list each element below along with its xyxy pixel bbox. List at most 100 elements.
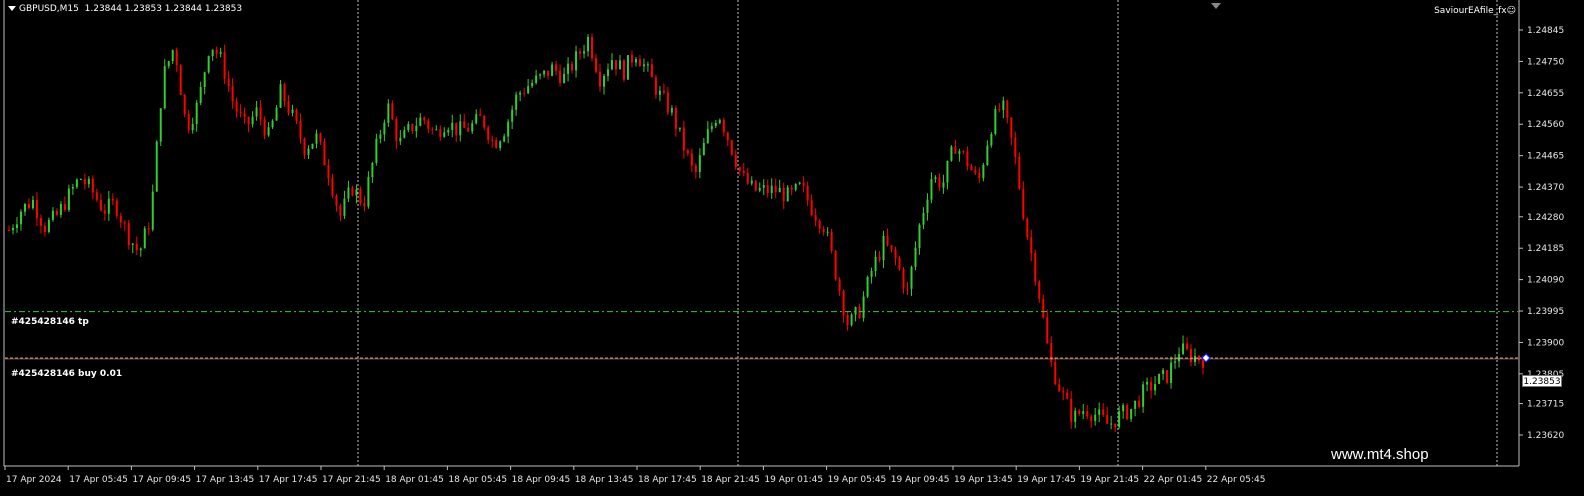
candle-body: [199, 86, 202, 103]
candle-body: [946, 160, 949, 183]
candle-body: [1138, 400, 1141, 407]
candle-body: [91, 178, 94, 193]
candle-body: [718, 119, 721, 123]
candle-body: [734, 154, 737, 168]
candle-body: [571, 63, 574, 71]
time-tick-label: 18 Apr 17:45: [638, 475, 697, 485]
chart-shift-marker-icon[interactable]: [1211, 3, 1221, 9]
price-chart[interactable]: 1.24845 1.24750 1.24655 1.24560 1.24465 1.243…: [0, 0, 1584, 496]
candle-body: [1118, 411, 1121, 428]
candle-body: [1046, 317, 1049, 344]
candle-body: [367, 177, 370, 207]
candle-body: [1158, 373, 1161, 384]
candle-body: [838, 279, 841, 292]
candle-body: [1122, 405, 1125, 412]
candle-body: [914, 247, 917, 267]
time-tick-label: 19 Apr 17:45: [1017, 475, 1076, 485]
candle-body: [1030, 237, 1033, 254]
time-tick-label: 19 Apr 13:45: [954, 475, 1013, 485]
candle-body: [862, 296, 865, 319]
price-tick-label: 1.24560: [1527, 120, 1564, 130]
candle-body: [471, 123, 474, 132]
candle-body: [782, 187, 785, 202]
candle-body: [467, 127, 470, 132]
candle-body: [926, 199, 929, 213]
candle-body: [139, 248, 142, 251]
candle-body: [159, 108, 162, 142]
time-tick-label: 19 Apr 09:45: [891, 475, 950, 485]
candle-body: [67, 188, 70, 210]
candle-body: [255, 107, 258, 117]
candle-body: [1094, 414, 1097, 421]
candle-body: [279, 84, 282, 108]
candle-body: [515, 94, 518, 110]
expert-advisor-label[interactable]: SaviourEAfile_fx☺: [1434, 6, 1516, 16]
candle-body: [435, 129, 438, 131]
candle-body: [938, 177, 941, 188]
smiley-icon: ☺: [1506, 6, 1516, 16]
time-tick-label: 19 Apr 05:45: [828, 475, 887, 485]
candle-body: [127, 222, 130, 245]
candle-body: [83, 179, 86, 185]
candle-body: [543, 70, 546, 75]
price-tick-label: 1.24090: [1527, 276, 1564, 286]
candle-body: [311, 143, 314, 149]
candle-body: [1110, 423, 1113, 425]
candle-body: [23, 203, 26, 212]
tp-order-label: #425428146 tp: [11, 317, 89, 327]
candle-body: [491, 139, 494, 141]
candle-body: [143, 228, 146, 249]
candle-body: [962, 151, 965, 153]
candle-body: [483, 115, 486, 128]
candle-body: [882, 236, 885, 261]
candle-body: [275, 107, 278, 121]
candle-body: [79, 179, 82, 181]
chart-header: GBPUSD,M15 1.23844 1.23853 1.23844 1.238…: [8, 4, 242, 14]
candle-body: [215, 49, 218, 54]
candle-body: [918, 224, 921, 248]
candle-body: [115, 200, 118, 216]
candle-body: [167, 61, 170, 67]
candle-body: [830, 231, 833, 251]
chart-menu-triangle-icon[interactable]: [8, 6, 16, 11]
candle-body: [387, 103, 390, 123]
candle-body: [1006, 100, 1009, 118]
candle-body: [343, 198, 346, 216]
candle-body: [171, 50, 174, 62]
candle-body: [670, 108, 673, 113]
candle-body: [818, 220, 821, 229]
price-tick-label: 1.24655: [1527, 89, 1564, 99]
candle-body: [654, 77, 657, 95]
candle-body: [798, 182, 801, 184]
candle-body: [1154, 383, 1157, 391]
time-tick-label: 19 Apr 21:45: [1080, 475, 1139, 485]
candle-body: [315, 133, 318, 144]
candle-body: [443, 132, 446, 137]
candle-body: [970, 166, 973, 171]
candle-body: [427, 120, 430, 129]
candle-body: [7, 230, 10, 232]
candle-body: [603, 75, 606, 87]
candle-body: [595, 58, 598, 72]
candle-body: [455, 122, 458, 136]
candle-body: [634, 59, 637, 63]
candle-body: [43, 225, 46, 232]
candle-body: [738, 167, 741, 171]
candle-body: [287, 101, 290, 114]
candle-body: [243, 112, 246, 117]
candle-body: [722, 119, 725, 133]
candle-body: [479, 114, 482, 116]
candle-body: [487, 127, 490, 140]
candle-body: [806, 185, 809, 201]
candle-body: [11, 227, 14, 231]
candle-body: [982, 164, 985, 179]
candle-body: [331, 178, 334, 196]
time-tick-label: 19 Apr 01:45: [764, 475, 823, 485]
candle-body: [475, 114, 478, 124]
candle-body: [39, 218, 42, 226]
candle-body: [131, 243, 134, 245]
candle-body: [591, 37, 594, 59]
price-tick-label: 1.24845: [1527, 26, 1564, 36]
candle-body: [790, 187, 793, 190]
candle-body: [123, 222, 126, 224]
